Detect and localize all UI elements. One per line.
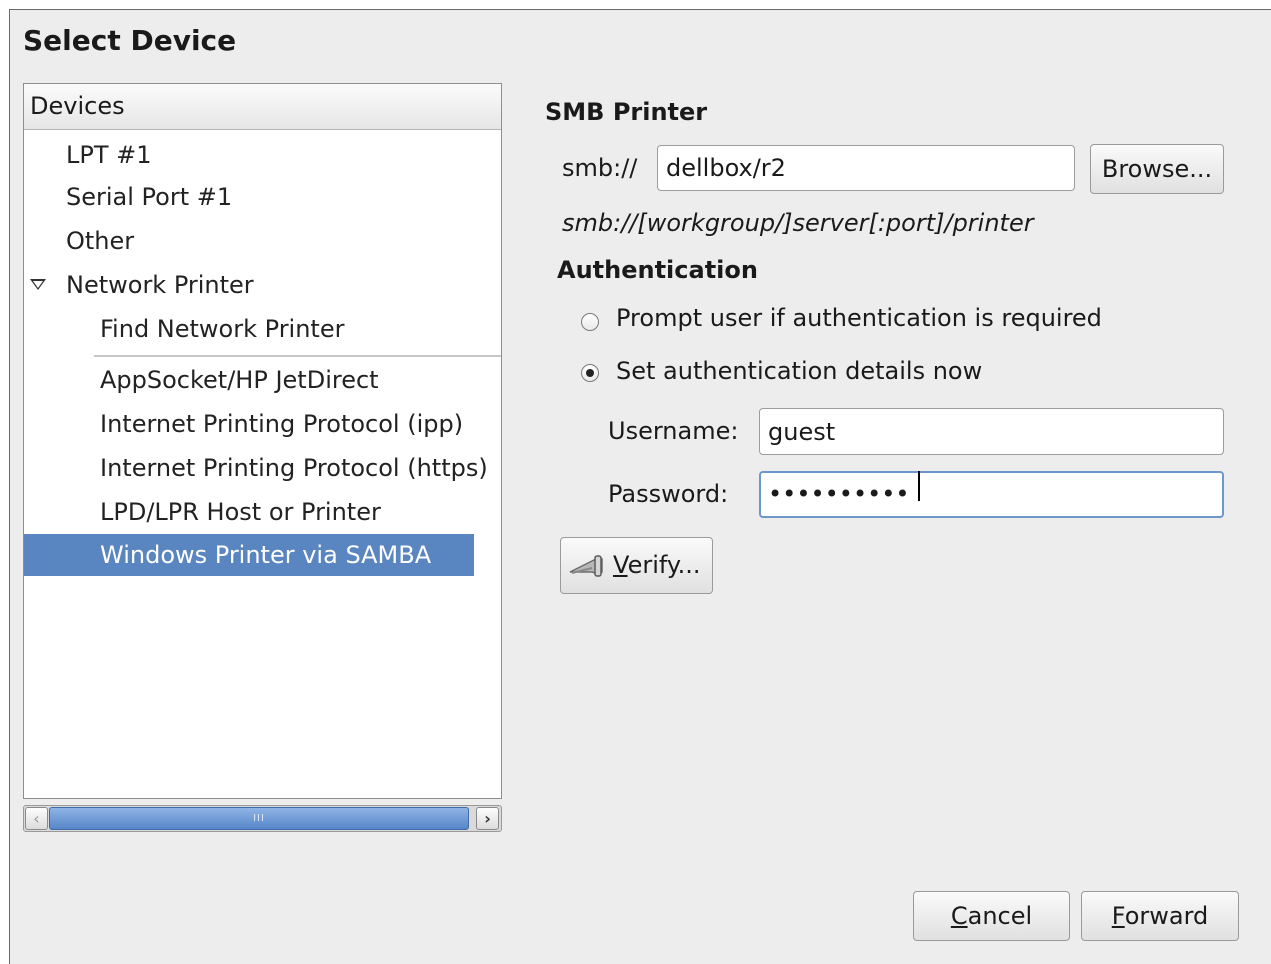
password-input[interactable]: •••••••••• bbox=[759, 471, 1224, 518]
tree-item-network-printer[interactable]: Network Printer bbox=[24, 264, 501, 306]
prompt-user-label[interactable]: Prompt user if authentication is require… bbox=[616, 304, 1102, 332]
scroll-left-button[interactable]: ‹ bbox=[25, 807, 48, 830]
browse-button-label: Browse... bbox=[1101, 155, 1213, 183]
tree-item-windows-samba[interactable]: Windows Printer via SAMBA bbox=[24, 534, 474, 576]
forward-button-label: Forward bbox=[1111, 902, 1209, 930]
username-label: Username: bbox=[608, 417, 739, 445]
tree-item-label: Internet Printing Protocol (https) bbox=[100, 454, 488, 482]
authentication-heading: Authentication bbox=[557, 256, 758, 284]
tree-item-lpt1[interactable]: LPT #1 bbox=[24, 134, 501, 176]
tree-item-label: Network Printer bbox=[66, 271, 254, 299]
tree-item-lpd-lpr[interactable]: LPD/LPR Host or Printer bbox=[24, 491, 501, 533]
scroll-right-button[interactable]: › bbox=[476, 807, 499, 830]
tree-item-label: LPT #1 bbox=[66, 141, 152, 169]
chevron-right-icon: › bbox=[484, 809, 491, 828]
tree-item-label: Serial Port #1 bbox=[66, 183, 233, 211]
tree-item-appsocket[interactable]: AppSocket/HP JetDirect bbox=[24, 359, 501, 401]
password-label: Password: bbox=[608, 480, 729, 508]
prompt-user-radio[interactable] bbox=[581, 313, 599, 331]
page-title: Select Device bbox=[23, 24, 237, 57]
browse-button[interactable]: Browse... bbox=[1090, 144, 1224, 194]
tree-item-label: AppSocket/HP JetDirect bbox=[100, 366, 379, 394]
smb-uri-input[interactable] bbox=[657, 145, 1075, 191]
tree-item-find-network-printer[interactable]: Find Network Printer bbox=[24, 308, 501, 350]
tree-item-ipp[interactable]: Internet Printing Protocol (ipp) bbox=[24, 403, 501, 445]
devices-column-header[interactable]: Devices bbox=[24, 84, 501, 130]
cancel-button-label: Cancel bbox=[950, 902, 1033, 930]
key-icon bbox=[569, 555, 603, 577]
tree-item-other[interactable]: Other bbox=[24, 220, 501, 262]
text-cursor bbox=[918, 471, 920, 501]
verify-button-label: Verify... bbox=[613, 551, 701, 579]
verify-button[interactable]: Verify... bbox=[560, 537, 713, 594]
set-auth-now-label[interactable]: Set authentication details now bbox=[616, 357, 982, 385]
tree-item-serial-port1[interactable]: Serial Port #1 bbox=[24, 176, 501, 218]
tree-item-label: Other bbox=[66, 227, 135, 255]
set-auth-now-radio[interactable] bbox=[581, 364, 599, 382]
smb-printer-heading: SMB Printer bbox=[545, 98, 708, 126]
tree-item-https[interactable]: Internet Printing Protocol (https) bbox=[24, 447, 501, 489]
expander-triangle-icon[interactable] bbox=[30, 279, 46, 290]
smb-uri-hint: smb://[workgroup/]server[:port]/printer bbox=[562, 209, 1034, 237]
scroll-thumb[interactable]: III bbox=[49, 807, 469, 830]
password-masked-value: •••••••••• bbox=[768, 480, 910, 508]
device-tree[interactable]: Devices LPT #1 Serial Port #1 Other Netw… bbox=[23, 83, 502, 799]
username-input[interactable] bbox=[759, 408, 1224, 455]
tree-item-label: LPD/LPR Host or Printer bbox=[100, 498, 381, 526]
chevron-left-icon: ‹ bbox=[33, 809, 40, 828]
tree-separator bbox=[94, 355, 501, 357]
tree-item-label: Windows Printer via SAMBA bbox=[100, 541, 432, 569]
forward-button[interactable]: Forward bbox=[1081, 891, 1239, 941]
scroll-grip: III bbox=[253, 813, 265, 824]
tree-item-label: Internet Printing Protocol (ipp) bbox=[100, 410, 464, 438]
cancel-button[interactable]: Cancel bbox=[913, 891, 1070, 941]
horizontal-scrollbar[interactable]: ‹ III › bbox=[23, 805, 502, 832]
smb-prefix-label: smb:// bbox=[562, 154, 638, 182]
tree-item-label: Find Network Printer bbox=[100, 315, 345, 343]
